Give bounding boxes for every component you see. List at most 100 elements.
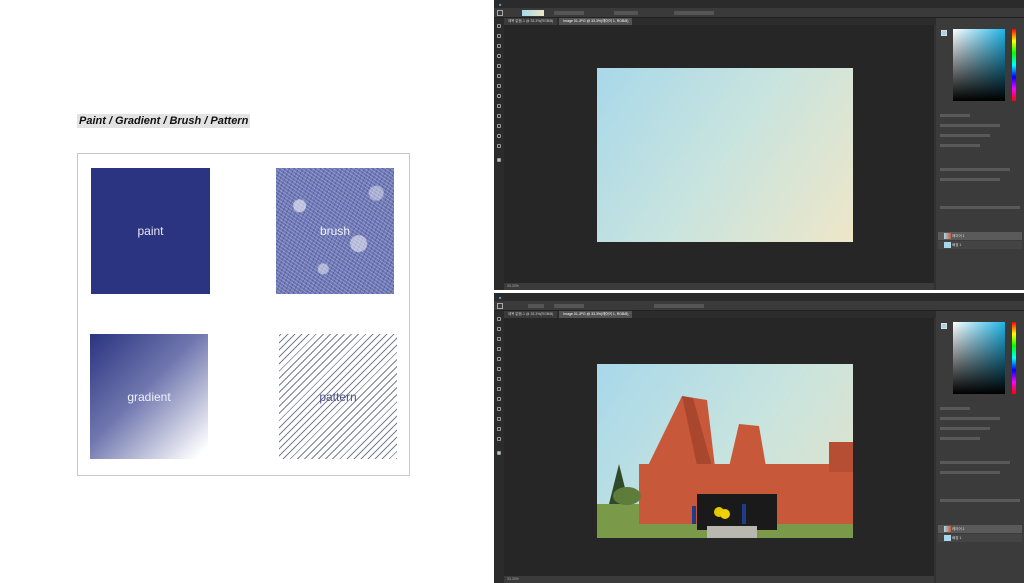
right-panels: 레이어 1 배경 1 — [936, 311, 1024, 583]
document-tabs: 제목 없음-1 @ 33.3%(RGB/8) Image 01.JPG @ 33… — [504, 18, 944, 25]
marquee-tool-icon[interactable] — [497, 327, 501, 331]
properties-row — [940, 114, 970, 117]
status-bar: 33.33% — [504, 576, 934, 583]
entrance-opening — [697, 494, 777, 530]
tab-document-1[interactable]: 제목 없음-1 @ 33.3%(RGB/8) — [504, 18, 558, 25]
type-tool-icon[interactable] — [497, 417, 501, 421]
person — [742, 504, 746, 524]
properties-row — [940, 427, 990, 430]
tab-document-2[interactable]: Image 01.JPG @ 33.3%(레이어 1, RGB/8) — [559, 18, 633, 25]
eyedropper-tool-icon[interactable] — [497, 64, 501, 68]
menu-bar: ■ — [494, 0, 1024, 8]
layers-toolbar — [940, 206, 1020, 209]
lasso-tool-icon[interactable] — [497, 337, 501, 341]
layers-toolbar — [940, 499, 1020, 502]
pen-tool-icon[interactable] — [497, 407, 501, 411]
properties-row — [940, 437, 980, 440]
properties-row — [940, 134, 990, 137]
layer-thumbnail — [944, 526, 951, 532]
person — [692, 506, 696, 524]
pen-tool-icon[interactable] — [497, 114, 501, 118]
layer-name: 레이어 1 — [952, 527, 965, 531]
layer-name: 배경 1 — [952, 243, 962, 247]
paint-label: paint — [137, 224, 164, 238]
hue-slider[interactable] — [1012, 322, 1016, 394]
tab-document-1[interactable]: 제목 없음-1 @ 33.3%(RGB/8) — [504, 311, 558, 318]
eraser-tool-icon[interactable] — [497, 387, 501, 391]
options-control[interactable] — [674, 11, 714, 15]
person — [720, 509, 730, 519]
gradient-label: gradient — [127, 389, 171, 404]
ps-logo-icon: ■ — [499, 294, 502, 300]
brush-tool-icon[interactable] — [497, 367, 501, 371]
pattern-swatch: pattern — [279, 334, 397, 459]
layer-item[interactable]: 배경 1 — [938, 241, 1022, 249]
foreground-color-icon[interactable] — [497, 158, 501, 162]
color-swatch-icon[interactable] — [941, 30, 947, 36]
brush-label: brush — [319, 224, 351, 238]
options-control[interactable] — [654, 304, 704, 308]
home-icon[interactable] — [497, 303, 503, 309]
gradient-tool-icon[interactable] — [497, 397, 501, 401]
photoshop-window-bottom: ■ 공유 제목 없음-1 @ 33.3%(RGB/8) — [494, 293, 1024, 583]
properties-row — [940, 407, 970, 410]
crop-tool-icon[interactable] — [497, 54, 501, 58]
tab-document-2[interactable]: Image 01.JPG @ 33.3%(레이어 1, RGB/8) — [559, 311, 633, 318]
layer-item[interactable]: 레이어 1 — [938, 232, 1022, 240]
home-icon[interactable] — [497, 10, 503, 16]
wall-block — [829, 442, 853, 472]
section-title: Paint / Gradient / Brush / Pattern — [77, 114, 251, 128]
mode-control[interactable] — [554, 11, 584, 15]
tree-bush — [613, 487, 641, 505]
gradient-swatch: gradient — [90, 334, 208, 459]
photoshop-window-top: ■ 공유 제목 없음-1 @ 33.3%(RGB/ — [494, 0, 1024, 290]
eyedropper-tool-icon[interactable] — [497, 357, 501, 361]
color-picker-field[interactable] — [953, 322, 1005, 394]
zoom-tool-icon[interactable] — [497, 144, 501, 148]
brush-preset-control[interactable] — [528, 304, 544, 308]
eraser-tool-icon[interactable] — [497, 94, 501, 98]
properties-row — [940, 124, 1000, 127]
pattern-label: pattern — [319, 389, 357, 404]
stamp-tool-icon[interactable] — [497, 84, 501, 88]
brush-tool-icon[interactable] — [497, 74, 501, 78]
layer-thumbnail — [944, 242, 951, 248]
move-tool-icon[interactable] — [497, 317, 501, 321]
walkway — [707, 526, 757, 538]
tools-panel — [494, 311, 504, 583]
layer-thumbnail — [944, 535, 951, 541]
options-bar: 공유 — [494, 301, 1024, 317]
foreground-color-icon[interactable] — [497, 451, 501, 455]
lasso-tool-icon[interactable] — [497, 44, 501, 48]
layer-item[interactable]: 배경 1 — [938, 534, 1022, 542]
layer-item[interactable]: 레이어 1 — [938, 525, 1022, 533]
type-tool-icon[interactable] — [497, 124, 501, 128]
hand-tool-icon[interactable] — [497, 427, 501, 431]
gradient-tool-icon[interactable] — [497, 104, 501, 108]
adjustment-row — [940, 168, 1010, 171]
adjustment-row — [940, 471, 1000, 474]
options-bar: 공유 — [494, 8, 1024, 24]
gradient-preview[interactable] — [522, 10, 544, 16]
crop-tool-icon[interactable] — [497, 347, 501, 351]
stamp-tool-icon[interactable] — [497, 377, 501, 381]
building-photo — [597, 396, 853, 538]
gradient-canvas[interactable] — [597, 68, 853, 242]
document-tabs: 제목 없음-1 @ 33.3%(RGB/8) Image 01.JPG @ 33… — [504, 311, 944, 318]
zoom-tool-icon[interactable] — [497, 437, 501, 441]
mode-control[interactable] — [554, 304, 584, 308]
screenshot-root: Paint / Gradient / Brush / Pattern paint… — [0, 0, 1024, 583]
color-picker-field[interactable] — [953, 29, 1005, 101]
opacity-control[interactable] — [614, 11, 638, 15]
photo-canvas[interactable] — [597, 364, 853, 538]
ps-logo-icon: ■ — [499, 1, 502, 7]
layer-name: 레이어 1 — [952, 234, 965, 238]
tools-panel — [494, 18, 504, 290]
brush-swatch: brush — [276, 168, 394, 294]
move-tool-icon[interactable] — [497, 24, 501, 28]
color-swatch-icon[interactable] — [941, 323, 947, 329]
hand-tool-icon[interactable] — [497, 134, 501, 138]
marquee-tool-icon[interactable] — [497, 34, 501, 38]
hue-slider[interactable] — [1012, 29, 1016, 101]
layer-name: 배경 1 — [952, 536, 962, 540]
